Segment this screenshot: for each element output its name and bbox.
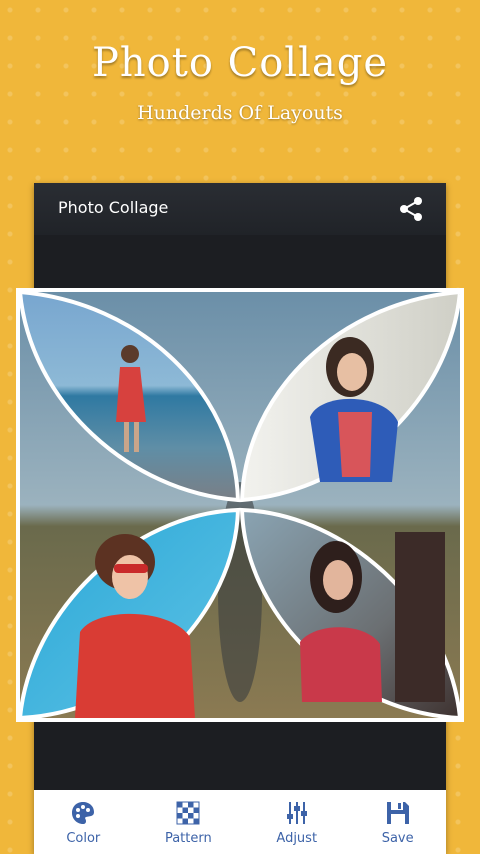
bottom-toolbar: Color Pattern Adjust Save bbox=[34, 790, 446, 854]
collage-canvas[interactable] bbox=[16, 288, 464, 722]
adjust-label: Adjust bbox=[276, 830, 318, 846]
color-button[interactable]: Color bbox=[66, 799, 100, 846]
pattern-button[interactable]: Pattern bbox=[165, 799, 212, 846]
pattern-icon bbox=[176, 801, 200, 824]
hero-title: Photo Collage bbox=[91, 40, 389, 86]
app-title: Photo Collage bbox=[58, 198, 169, 217]
hero-header: Photo Collage Hunderds Of Layouts bbox=[0, 40, 480, 124]
pattern-label: Pattern bbox=[164, 830, 212, 846]
app-bar: Photo Collage bbox=[34, 183, 446, 235]
palette-icon bbox=[72, 801, 95, 824]
adjust-button[interactable]: Adjust bbox=[276, 799, 317, 846]
sliders-icon bbox=[286, 801, 307, 824]
hero-subtitle: Hunderds Of Layouts bbox=[137, 102, 343, 124]
color-label: Color bbox=[66, 830, 101, 846]
share-icon[interactable] bbox=[396, 194, 426, 224]
save-icon bbox=[386, 801, 409, 824]
save-label: Save bbox=[381, 830, 414, 846]
save-button[interactable]: Save bbox=[382, 799, 414, 846]
